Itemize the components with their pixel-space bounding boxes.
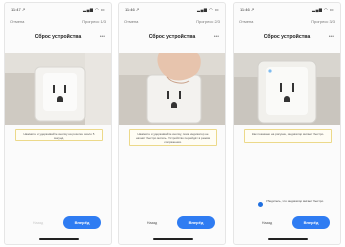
nav-bar: Отмена Прогресс 1/3	[10, 19, 106, 27]
status-bar: 11:46 ↗ ▂▄▆ ◠ ▭	[125, 7, 219, 15]
smart-plug-image	[5, 53, 111, 125]
cancel-link[interactable]: Отмена	[10, 19, 24, 24]
instruction-photo	[5, 53, 111, 125]
page-header: Сброс устройства •••	[5, 31, 111, 43]
more-icon[interactable]: •••	[100, 34, 105, 40]
next-button[interactable]: Вперёд	[292, 216, 330, 229]
status-time: 11:46 ↗	[125, 7, 140, 12]
status-time: 11:46 ↗	[240, 7, 255, 12]
instruction-tip: Нажмите и удерживайте кнопку, пока индик…	[129, 129, 217, 146]
signal-icons: ▂▄▆ ◠ ▭	[83, 7, 105, 12]
progress-label: Прогресс 2/3	[196, 19, 220, 24]
screenshot-triptych: 11:47 ↗ ▂▄▆ ◠ ▭ Отмена Прогресс 1/3 Сбро…	[0, 0, 345, 247]
instruction-photo	[234, 53, 340, 125]
page-title: Сброс устройства	[148, 34, 196, 40]
next-button[interactable]: Вперёд	[63, 216, 101, 229]
phone-screen-2: 11:46 ↗ ▂▄▆ ◠ ▭ Отмена Прогресс 2/3 Сбро…	[118, 2, 226, 245]
instruction-photo	[119, 53, 225, 125]
status-time: 11:47 ↗	[11, 7, 26, 12]
home-indicator[interactable]	[268, 238, 308, 240]
back-button[interactable]: Назад	[252, 217, 282, 229]
nav-bar: Отмена Прогресс 2/3	[124, 19, 220, 27]
next-button[interactable]: Вперёд	[177, 216, 215, 229]
status-bar: 11:46 ↗ ▂▄▆ ◠ ▭	[240, 7, 334, 15]
page-indicator	[234, 46, 340, 59]
page-indicator	[5, 46, 111, 59]
progress-label: Прогресс 1/3	[82, 19, 106, 24]
instruction-tip: Как показано на рисунке, индикатор мигае…	[244, 129, 332, 143]
page-title: Сброс устройства	[263, 34, 311, 40]
cancel-link[interactable]: Отмена	[239, 19, 253, 24]
status-bar: 11:47 ↗ ▂▄▆ ◠ ▭	[11, 7, 105, 15]
instruction-tip: Нажмите и удерживайте кнопку на розетке …	[15, 129, 103, 141]
checkbox-icon[interactable]	[258, 201, 263, 207]
hand-pressing-plug-image	[119, 53, 225, 125]
page-header: Сброс устройства •••	[234, 31, 340, 43]
phone-screen-3: 11:46 ↗ ▂▄▆ ◠ ▭ Отмена Прогресс 3/3 Сбро…	[233, 2, 341, 245]
signal-icons: ▂▄▆ ◠ ▭	[197, 7, 219, 12]
more-icon[interactable]: •••	[214, 34, 219, 40]
phone-screen-1: 11:47 ↗ ▂▄▆ ◠ ▭ Отмена Прогресс 1/3 Сбро…	[4, 2, 112, 245]
page-header: Сброс устройства •••	[119, 31, 225, 43]
cancel-link[interactable]: Отмена	[124, 19, 138, 24]
checkbox-label: Убедитесь, что индикатор мигает быстро	[266, 199, 324, 203]
progress-label: Прогресс 3/3	[311, 19, 335, 24]
signal-icons: ▂▄▆ ◠ ▭	[312, 7, 334, 12]
home-indicator[interactable]	[153, 238, 193, 240]
plug-indicator-image	[234, 53, 340, 125]
confirm-checkbox-row[interactable]: Убедитесь, что индикатор мигает быстро	[258, 199, 332, 208]
page-title: Сброс устройства	[34, 34, 82, 40]
back-button[interactable]: Назад	[137, 217, 167, 229]
more-icon[interactable]: •••	[329, 34, 334, 40]
nav-bar: Отмена Прогресс 3/3	[239, 19, 335, 27]
page-indicator	[119, 46, 225, 59]
home-indicator[interactable]	[39, 238, 79, 240]
back-button[interactable]: Назад	[23, 217, 53, 229]
